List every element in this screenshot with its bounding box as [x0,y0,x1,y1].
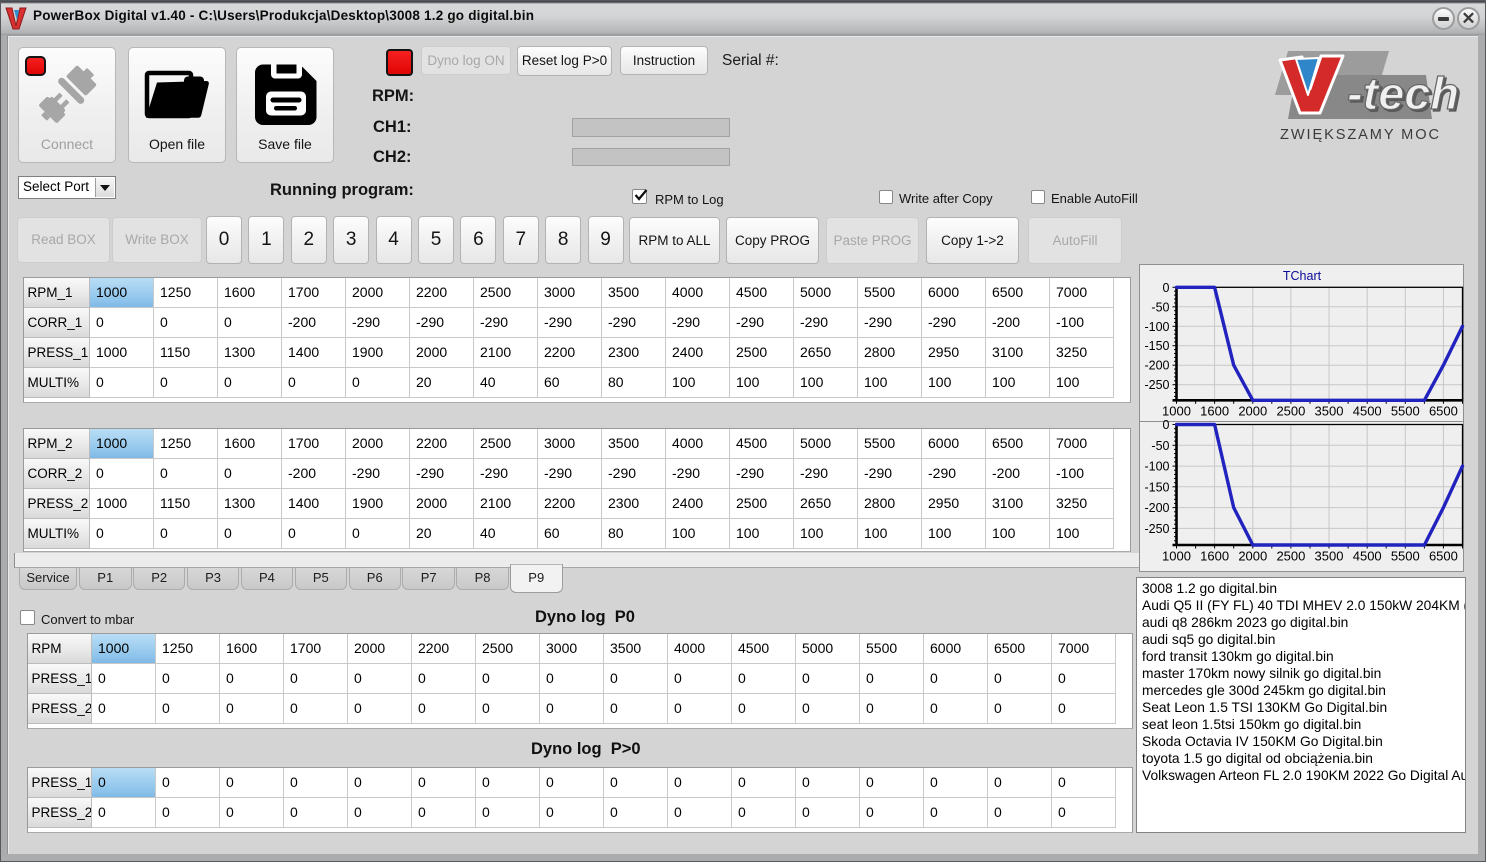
svg-text:-50: -50 [1151,439,1169,453]
svg-text:5500: 5500 [1391,404,1420,419]
svg-text:1600: 1600 [1200,549,1229,564]
svg-text:4500: 4500 [1353,404,1382,419]
svg-text:-100: -100 [1144,460,1169,474]
svg-text:-tech: -tech [1347,68,1459,119]
svg-text:1600: 1600 [1200,404,1229,419]
svg-text:-150: -150 [1144,339,1169,353]
svg-text:0: 0 [1163,281,1170,295]
svg-text:2500: 2500 [1276,549,1305,564]
svg-text:5500: 5500 [1391,549,1420,564]
svg-text:TChart: TChart [1283,269,1322,283]
svg-text:-100: -100 [1144,320,1169,334]
svg-text:ZWIĘKSZAMY MOC: ZWIĘKSZAMY MOC [1280,127,1441,143]
svg-text:-250: -250 [1144,522,1169,536]
svg-text:-150: -150 [1144,480,1169,494]
svg-text:3500: 3500 [1315,404,1344,419]
svg-text:-200: -200 [1144,359,1169,373]
svg-text:6500: 6500 [1429,549,1458,564]
svg-text:1000: 1000 [1162,404,1191,419]
svg-text:2000: 2000 [1238,549,1267,564]
svg-text:-50: -50 [1151,300,1169,314]
svg-text:2000: 2000 [1238,404,1267,419]
svg-text:0: 0 [1163,418,1170,432]
svg-text:2500: 2500 [1276,404,1305,419]
svg-text:-250: -250 [1144,378,1169,392]
svg-text:-200: -200 [1144,501,1169,515]
svg-text:6500: 6500 [1429,404,1458,419]
svg-text:3500: 3500 [1315,549,1344,564]
svg-text:4500: 4500 [1353,549,1382,564]
svg-text:1000: 1000 [1162,549,1191,564]
